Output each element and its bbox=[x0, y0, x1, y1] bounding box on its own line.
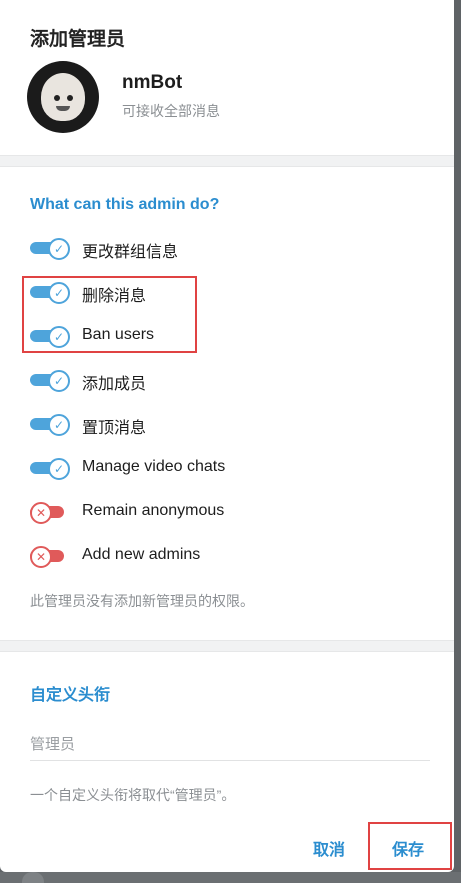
check-icon: ✓ bbox=[48, 458, 70, 480]
dialog-title: 添加管理员 bbox=[30, 29, 126, 50]
permissions-note: 此管理员没有添加新管理员的权限。 bbox=[30, 593, 254, 609]
check-icon: ✓ bbox=[48, 238, 70, 260]
avatar-eye-left bbox=[54, 95, 60, 101]
bot-avatar bbox=[27, 61, 99, 133]
cancel-button[interactable]: 取消 bbox=[313, 836, 345, 860]
permission-label: 更改群组信息 bbox=[82, 244, 179, 261]
highlight-box bbox=[22, 276, 197, 353]
custom-title-input[interactable] bbox=[30, 728, 430, 761]
save-button[interactable]: 保存 bbox=[392, 836, 424, 860]
avatar-mouth bbox=[56, 106, 70, 111]
custom-title-heading: 自定义头衔 bbox=[30, 687, 111, 704]
check-icon: ✓ bbox=[48, 370, 70, 392]
permission-row-remain-anonymous[interactable]: ✕ Remain anonymous bbox=[30, 499, 430, 525]
check-icon: ✓ bbox=[48, 414, 70, 436]
section-divider bbox=[0, 155, 454, 167]
permission-row-add-members[interactable]: ✓ 添加成员 bbox=[30, 367, 430, 393]
permission-label: Add new admins bbox=[82, 546, 201, 563]
permission-row-change-info[interactable]: ✓ 更改群组信息 bbox=[30, 235, 430, 261]
permission-toggle[interactable]: ✕ bbox=[30, 546, 68, 568]
permission-row-add-new-admins[interactable]: ✕ Add new admins bbox=[30, 543, 430, 569]
permission-label: Remain anonymous bbox=[82, 502, 225, 519]
permission-toggle[interactable]: ✓ bbox=[30, 370, 70, 392]
x-icon: ✕ bbox=[30, 502, 52, 524]
permission-row-manage-video-chats[interactable]: ✓ Manage video chats bbox=[30, 455, 430, 481]
avatar-face bbox=[41, 73, 85, 121]
x-icon: ✕ bbox=[30, 546, 52, 568]
permission-toggle[interactable]: ✓ bbox=[30, 238, 70, 260]
permission-label: 添加成员 bbox=[82, 376, 147, 393]
bot-name: nmBot bbox=[122, 72, 183, 93]
background-avatar bbox=[22, 872, 44, 883]
bot-status: 可接收全部消息 bbox=[122, 103, 220, 119]
permission-toggle[interactable]: ✓ bbox=[30, 414, 70, 436]
add-admin-dialog: 添加管理员 nmBot 可接收全部消息 What can this admin … bbox=[0, 0, 454, 872]
permission-label: Manage video chats bbox=[82, 458, 226, 475]
section-divider bbox=[0, 640, 454, 652]
permission-toggle[interactable]: ✕ bbox=[30, 502, 68, 524]
permission-row-pin-messages[interactable]: ✓ 置顶消息 bbox=[30, 411, 430, 437]
custom-title-note: 一个自定义头衔将取代“管理员”。 bbox=[30, 787, 236, 803]
background-chat-strip bbox=[0, 872, 461, 883]
permissions-heading: What can this admin do? bbox=[30, 196, 220, 213]
permission-toggle[interactable]: ✓ bbox=[30, 458, 70, 480]
avatar-eye-right bbox=[67, 95, 73, 101]
permission-label: 置顶消息 bbox=[82, 420, 147, 437]
